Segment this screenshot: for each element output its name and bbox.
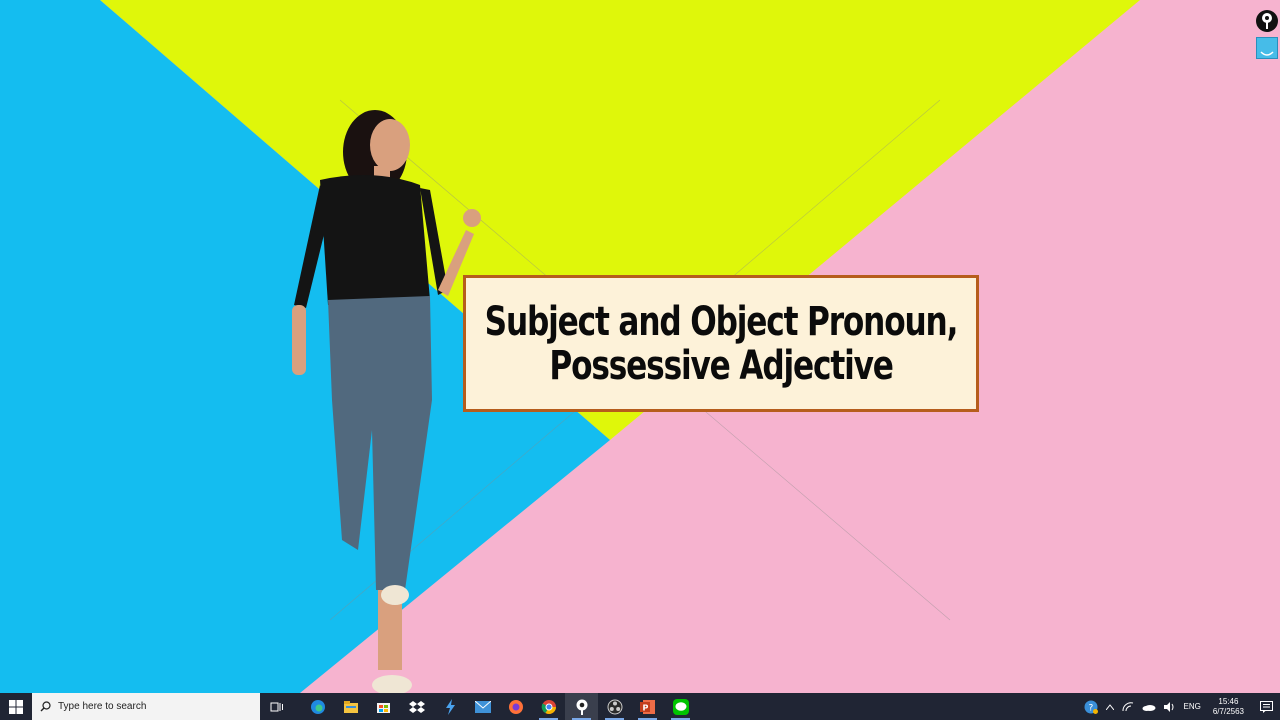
- camera-widget-icon[interactable]: [1256, 37, 1278, 59]
- store-icon[interactable]: [367, 693, 400, 720]
- desktop: Subject and Object Pronoun, Possessive A…: [0, 0, 1280, 693]
- pin-widget-icon[interactable]: [1256, 10, 1278, 32]
- title-card: Subject and Object Pronoun, Possessive A…: [463, 275, 979, 412]
- mail-icon[interactable]: [466, 693, 499, 720]
- notification-icon[interactable]: [1252, 700, 1280, 713]
- search-placeholder: Type here to search: [58, 701, 147, 712]
- file-explorer-icon[interactable]: [334, 693, 367, 720]
- windows-icon: [9, 699, 23, 714]
- powerpoint-icon[interactable]: P: [631, 693, 664, 720]
- title-line-1: Subject and Object Pronoun,: [484, 298, 959, 345]
- task-view-icon[interactable]: [260, 693, 293, 720]
- chevron-up-icon[interactable]: [1102, 703, 1118, 710]
- desktop-widgets: [1256, 10, 1278, 59]
- visual-studio-icon[interactable]: [433, 693, 466, 720]
- clock-date: 6/7/2563: [1212, 706, 1244, 716]
- line-icon[interactable]: [664, 693, 697, 720]
- firefox-icon[interactable]: [499, 693, 532, 720]
- dropbox-icon[interactable]: [400, 693, 433, 720]
- help-tray-icon[interactable]: ?: [1080, 700, 1102, 714]
- svg-text:P: P: [642, 703, 648, 712]
- start-button[interactable]: [0, 693, 32, 720]
- system-tray: ? ENG 15:46 6/7/2563: [1080, 693, 1280, 720]
- search-box[interactable]: Type here to search: [32, 693, 260, 720]
- taskbar: Type here to search P ? ENG 15:46 6/7/25…: [0, 693, 1280, 720]
- chrome-icon[interactable]: [532, 693, 565, 720]
- svg-text:?: ?: [1088, 703, 1093, 713]
- volume-icon[interactable]: [1160, 701, 1180, 712]
- clock-time: 15:46: [1218, 696, 1239, 706]
- search-icon: [40, 701, 51, 712]
- pin-app-icon[interactable]: [565, 693, 598, 720]
- title-line-2: Possessive Adjective: [549, 342, 894, 389]
- network-icon[interactable]: [1118, 701, 1138, 712]
- language-indicator[interactable]: ENG: [1180, 702, 1205, 711]
- edge-icon[interactable]: [301, 693, 334, 720]
- obs-icon[interactable]: [598, 693, 631, 720]
- onedrive-icon[interactable]: [1138, 703, 1160, 711]
- clock[interactable]: 15:46 6/7/2563: [1205, 697, 1252, 717]
